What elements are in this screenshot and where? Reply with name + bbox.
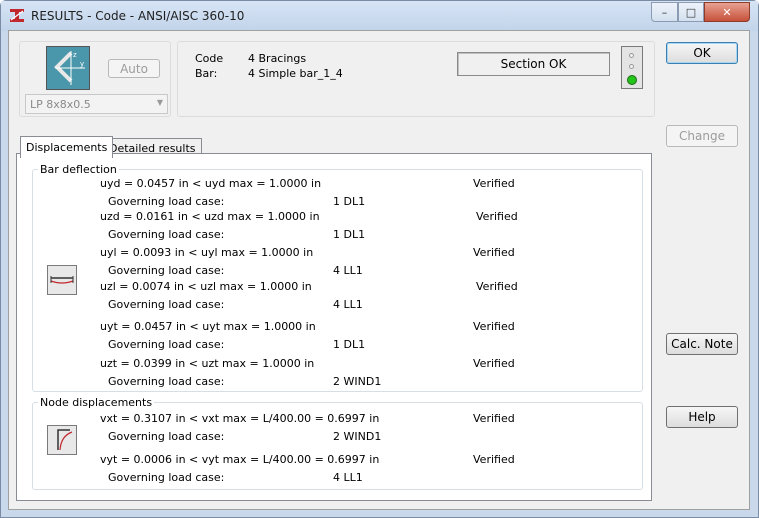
check-status: Verified <box>473 357 515 370</box>
check-status: Verified <box>473 453 515 466</box>
check-expression: uyt = 0.0457 in < uyt max = 1.0000 in <box>100 320 316 333</box>
governing-load-label: Governing load case: <box>108 264 225 277</box>
change-button-label: Change <box>679 129 725 143</box>
displacements-panel: Bar deflection uyd = 0.0457 in < uyd max… <box>16 153 652 501</box>
governing-load-label: Governing load case: <box>108 195 225 208</box>
calc-note-button[interactable]: Calc. Note <box>666 333 738 355</box>
section-select-value: LP 8x8x0.5 <box>30 97 91 111</box>
section-status-text: Section OK <box>500 57 567 71</box>
check-status: Verified <box>476 210 518 223</box>
check-expression: vyt = 0.0006 in < vyt max = L/400.00 = 0… <box>100 453 380 466</box>
governing-load-value: 4 LL1 <box>333 298 363 311</box>
governing-load-value: 2 WIND1 <box>333 375 382 388</box>
governing-load-label: Governing load case: <box>108 338 225 351</box>
maximize-button[interactable]: □ <box>678 2 704 22</box>
governing-load-value: 4 LL1 <box>333 264 363 277</box>
governing-load-label: Governing load case: <box>108 228 225 241</box>
change-button[interactable]: Change <box>666 125 738 147</box>
check-expression: vxt = 0.3107 in < vxt max = L/400.00 = 0… <box>100 412 380 425</box>
governing-load-value: 1 DL1 <box>333 195 366 208</box>
section-preview: z y <box>46 46 90 90</box>
check-expression: uzl = 0.0074 in < uzl max = 1.0000 in <box>100 280 312 293</box>
check-expression: uzt = 0.0399 in < uzt max = 1.0000 in <box>100 357 315 370</box>
check-expression: uyd = 0.0457 in < uyd max = 1.0000 in <box>100 177 322 190</box>
code-label: Code <box>195 52 224 65</box>
node-displacements-title: Node displacements <box>38 396 155 409</box>
angle-section-icon: z y <box>47 47 89 89</box>
bar-deflection-title: Bar deflection <box>38 163 119 176</box>
check-expression: uzd = 0.0161 in < uzd max = 1.0000 in <box>100 210 320 223</box>
auto-button[interactable]: Auto <box>108 59 160 78</box>
ok-button-label: OK <box>693 46 711 60</box>
ok-button[interactable]: OK <box>666 42 738 64</box>
tab-displacements-label: Displacements <box>26 141 108 154</box>
status-box: Section OK <box>457 52 610 76</box>
governing-load-value: 4 LL1 <box>333 471 363 484</box>
tab-displacements[interactable]: Displacements <box>20 136 114 158</box>
governing-load-label: Governing load case: <box>108 375 225 388</box>
minimize-button[interactable]: – <box>651 2 678 22</box>
close-icon: ✕ <box>722 5 732 19</box>
window-title: RESULTS - Code - ANSI/AISC 360-10 <box>31 9 245 23</box>
bar-label: Bar: <box>195 67 218 80</box>
check-status: Verified <box>473 320 515 333</box>
check-status: Verified <box>473 177 515 190</box>
governing-load-label: Governing load case: <box>108 298 225 311</box>
help-button-label: Help <box>688 410 716 424</box>
governing-load-label: Governing load case: <box>108 471 225 484</box>
governing-load-label: Governing load case: <box>108 430 225 443</box>
section-select[interactable]: LP 8x8x0.5 ▼ <box>25 94 168 114</box>
bar-deflection-icon <box>47 265 77 295</box>
minimize-icon: – <box>661 5 668 19</box>
check-status: Verified <box>473 412 515 425</box>
bar-value: 4 Simple bar_1_4 <box>248 67 343 80</box>
traffic-light-icon <box>621 46 643 89</box>
title-bar[interactable]: RESULTS - Code - ANSI/AISC 360-10 – □ ✕ <box>1 1 758 31</box>
governing-load-value: 1 DL1 <box>333 338 366 351</box>
check-expression: uyl = 0.0093 in < uyl max = 1.0000 in <box>100 246 314 259</box>
check-status: Verified <box>473 246 515 259</box>
node-displacement-icon <box>47 425 77 455</box>
axis-y-label: y <box>80 60 84 68</box>
calc-note-button-label: Calc. Note <box>671 337 733 351</box>
chevron-down-icon: ▼ <box>156 98 163 107</box>
help-button[interactable]: Help <box>666 406 738 428</box>
check-status: Verified <box>476 280 518 293</box>
close-button[interactable]: ✕ <box>704 2 750 22</box>
axis-z-label: z <box>73 51 77 59</box>
governing-load-value: 2 WIND1 <box>333 430 382 443</box>
governing-load-value: 1 DL1 <box>333 228 366 241</box>
code-value: 4 Bracings <box>248 52 307 65</box>
auto-button-label: Auto <box>120 61 148 76</box>
maximize-icon: □ <box>685 5 697 19</box>
app-logo-icon <box>10 9 24 22</box>
